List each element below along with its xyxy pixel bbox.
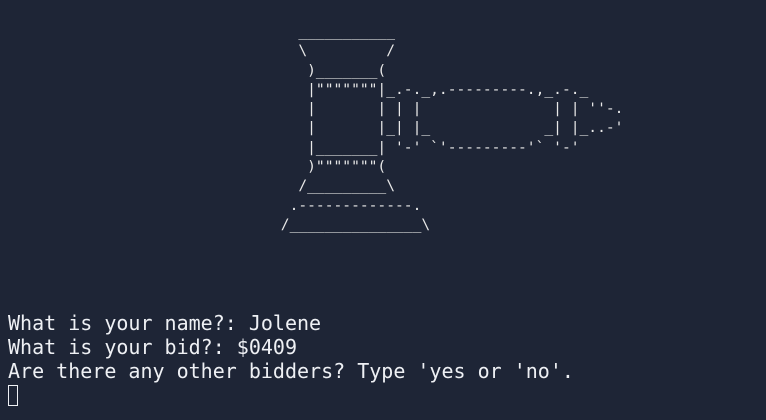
bid-question: What is your bid?:	[8, 335, 237, 359]
name-question: What is your name?:	[8, 311, 249, 335]
ascii-line: .-------------.	[272, 196, 422, 214]
name-prompt-line: What is your name?: Jolene	[8, 311, 574, 335]
input-line[interactable]	[8, 383, 574, 407]
bidders-prompt-line: Are there any other bidders? Type 'yes o…	[8, 359, 574, 383]
ascii-line: \ /	[272, 42, 396, 60]
ascii-line: ___________	[272, 23, 396, 40]
ascii-line: |_______| '-' `'---------'` '-'	[272, 138, 580, 156]
ascii-line: |"""""""|_.-._,.---------.,_.-._	[272, 80, 589, 98]
ascii-line: | |_| |_ _| |_..-'	[272, 119, 624, 137]
gavel-ascii-art: ___________ \ / )_______( |"""""""|_.-._…	[272, 22, 624, 234]
bid-prompt-line: What is your bid?: $0409	[8, 335, 574, 359]
ascii-line: | | | | | | ''-.	[272, 100, 624, 118]
ascii-line: /_______________\	[272, 215, 431, 233]
ascii-line: )_______(	[272, 61, 387, 79]
bid-answer: $0409	[236, 335, 297, 359]
terminal-window[interactable]: ___________ \ / )_______( |"""""""|_.-._…	[0, 0, 766, 420]
name-answer: Jolene	[248, 311, 322, 335]
terminal-output: What is your name?: Jolene What is your …	[8, 311, 574, 407]
text-cursor[interactable]	[8, 385, 18, 406]
ascii-line: /_________\	[272, 177, 396, 195]
ascii-line: )"""""""(	[272, 158, 387, 176]
